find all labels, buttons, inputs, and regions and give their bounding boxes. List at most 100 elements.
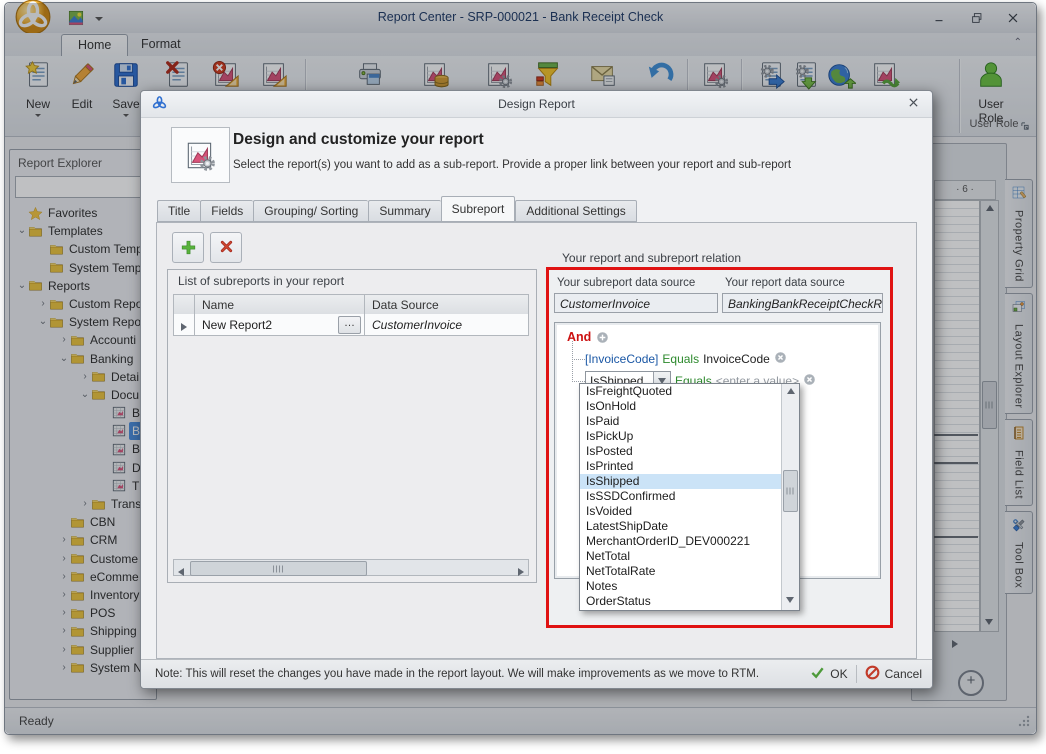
- tree-item-custom-temp[interactable]: Custom Temp: [10, 240, 156, 258]
- tree-expander-icon[interactable]: ⌄: [16, 277, 28, 295]
- dropdown-item-isshipped[interactable]: IsShipped: [580, 474, 782, 489]
- scroll-down-icon[interactable]: [786, 597, 794, 603]
- ribbon-tab-format[interactable]: Format: [125, 34, 197, 55]
- report-ds-input[interactable]: BankingBankReceiptCheckRepo: [722, 293, 883, 313]
- dropdown-item-isvoided[interactable]: IsVoided: [580, 504, 782, 519]
- tree-item-trans[interactable]: ›Trans: [10, 495, 156, 513]
- tree-item-d[interactable]: D: [10, 459, 156, 477]
- ribbon-button-filter[interactable]: [531, 58, 565, 92]
- side-tab-property-grid[interactable]: Property Grid: [1005, 179, 1033, 288]
- tree-item-b[interactable]: B: [10, 440, 156, 458]
- dropdown-caret-icon[interactable]: [35, 114, 41, 117]
- tree-expander-icon[interactable]: ›: [58, 622, 70, 640]
- ribbon-button-undo[interactable]: [644, 58, 678, 92]
- tab-additional-settings[interactable]: Additional Settings: [515, 200, 636, 222]
- tree-expander-icon[interactable]: ⌄: [16, 222, 28, 240]
- dropdown-item-isonhold[interactable]: IsOnHold: [580, 399, 782, 414]
- add-condition-icon[interactable]: [596, 331, 609, 349]
- tree-item-custom-repo[interactable]: ›Custom Repo: [10, 295, 156, 313]
- cancel-button[interactable]: Cancel: [865, 665, 922, 683]
- report-explorer-search-input[interactable]: [15, 176, 153, 198]
- tree-item-docu[interactable]: ⌄ Docu: [10, 386, 156, 404]
- tree-item-pos[interactable]: ›POS: [10, 604, 156, 622]
- tab-subreport[interactable]: Subreport: [441, 196, 516, 222]
- dropdown-item-latestshipdate[interactable]: LatestShipDate: [580, 519, 782, 534]
- tree-expander-icon[interactable]: ⌄: [58, 350, 70, 368]
- tree-item-label[interactable]: Custome: [87, 550, 141, 568]
- remove-condition-icon[interactable]: [774, 351, 787, 367]
- tree-item-label[interactable]: Inventory: [87, 586, 142, 604]
- subreport-ds-input[interactable]: CustomerInvoice: [554, 293, 718, 313]
- ribbon-collapse-icon[interactable]: ⌃: [1014, 37, 1022, 48]
- tree-item-label[interactable]: Detai: [108, 368, 142, 386]
- dropdown-caret-icon[interactable]: [123, 114, 129, 117]
- ribbon-button-new[interactable]: [21, 58, 55, 92]
- tree-item-label[interactable]: System Temp: [66, 259, 144, 277]
- tree-item-ecomme[interactable]: › eComme: [10, 568, 156, 586]
- tree-expander-icon[interactable]: ›: [58, 641, 70, 659]
- ribbon-button-label[interactable]: New: [15, 97, 61, 111]
- tree-item-label[interactable]: Docu: [108, 386, 142, 404]
- tree-item-label[interactable]: Custom Temp: [66, 240, 146, 258]
- ribbon-button-save[interactable]: [109, 58, 143, 92]
- dropdown-item-isposted[interactable]: IsPosted: [580, 444, 782, 459]
- side-tab-field-list[interactable]: Field List: [1005, 419, 1033, 505]
- dropdown-item-notes[interactable]: Notes: [580, 579, 782, 594]
- tree-item-label[interactable]: Banking: [87, 350, 136, 368]
- grid-hscrollbar[interactable]: [173, 559, 529, 576]
- designer-nav-right-icon[interactable]: [952, 636, 958, 652]
- tree-item-label[interactable]: Accounti: [87, 331, 139, 349]
- tree-item-b[interactable]: B: [10, 404, 156, 422]
- tree-item-label[interactable]: eComme: [87, 568, 142, 586]
- tree-item-system-repo[interactable]: ⌄System Repo: [10, 313, 156, 331]
- tree-item-label[interactable]: System N: [87, 659, 145, 677]
- add-subreport-button[interactable]: [172, 232, 204, 263]
- tab-fields[interactable]: Fields: [200, 200, 253, 222]
- condition1-field[interactable]: [InvoiceCode]: [585, 352, 658, 366]
- dropdown-scrollbar[interactable]: [781, 384, 799, 610]
- tree-expander-icon[interactable]: ›: [58, 550, 70, 568]
- ok-button[interactable]: OK: [810, 665, 847, 683]
- tree-item-label[interactable]: Shipping: [87, 622, 140, 640]
- dropdown-item-merchantorderid_dev000221[interactable]: MerchantOrderID_DEV000221: [580, 534, 782, 549]
- dropdown-item-nettotalrate[interactable]: NetTotalRate: [580, 564, 782, 579]
- ribbon-button-publish-report[interactable]: [824, 58, 858, 92]
- tree-item-system-n[interactable]: › System N: [10, 659, 156, 677]
- tree-item-label[interactable]: Templates: [45, 222, 106, 240]
- tree-expander-icon[interactable]: ›: [58, 659, 70, 677]
- ribbon-button-report-designer[interactable]: [482, 58, 516, 92]
- designer-vscrollbar[interactable]: [980, 200, 999, 632]
- dropdown-item-nettotal[interactable]: NetTotal: [580, 549, 782, 564]
- subreport-name-cell[interactable]: New Report2: [202, 318, 272, 332]
- scroll-down-icon[interactable]: [985, 619, 993, 625]
- tree-item-t[interactable]: T: [10, 477, 156, 495]
- resize-grip[interactable]: [1018, 715, 1030, 730]
- tree-item-label[interactable]: Reports: [45, 277, 93, 295]
- scroll-right-icon[interactable]: [518, 564, 524, 580]
- tree-item-supplier[interactable]: ›Supplier: [10, 641, 156, 659]
- tree-expander-icon[interactable]: ›: [79, 495, 91, 513]
- column-header-name[interactable]: Name: [202, 298, 234, 312]
- ribbon-button-download-report[interactable]: [789, 58, 823, 92]
- dropdown-item-isfreightquoted[interactable]: IsFreightQuoted: [580, 384, 782, 399]
- minimize-button[interactable]: [928, 11, 950, 27]
- tree-item-b[interactable]: B: [10, 422, 156, 440]
- tree-expander-icon[interactable]: ›: [58, 568, 70, 586]
- tree-item-inventory[interactable]: ›Inventory: [10, 586, 156, 604]
- hscroll-thumb[interactable]: [190, 561, 367, 576]
- dropdown-item-ispickup[interactable]: IsPickUp: [580, 429, 782, 444]
- tree-expander-icon[interactable]: ⌄: [79, 386, 91, 404]
- tab-grouping-sorting[interactable]: Grouping/ Sorting: [253, 200, 368, 222]
- ribbon-button-label[interactable]: Edit: [59, 97, 105, 111]
- tree-item-reports[interactable]: ⌄ Reports: [10, 277, 156, 295]
- subreport-datasource-cell[interactable]: CustomerInvoice: [372, 318, 462, 332]
- dropdown-item-ispaid[interactable]: IsPaid: [580, 414, 782, 429]
- remove-condition-icon[interactable]: [803, 373, 816, 389]
- side-tab-tool-box[interactable]: Tool Box: [1005, 511, 1033, 594]
- tree-expander-icon[interactable]: ›: [58, 531, 70, 549]
- ribbon-button-print[interactable]: [353, 58, 387, 92]
- delete-subreport-button[interactable]: [210, 232, 242, 263]
- tree-item-label[interactable]: CBN: [87, 513, 118, 531]
- tree-expander-icon[interactable]: ›: [37, 295, 49, 313]
- condition1-value[interactable]: InvoiceCode: [703, 352, 770, 366]
